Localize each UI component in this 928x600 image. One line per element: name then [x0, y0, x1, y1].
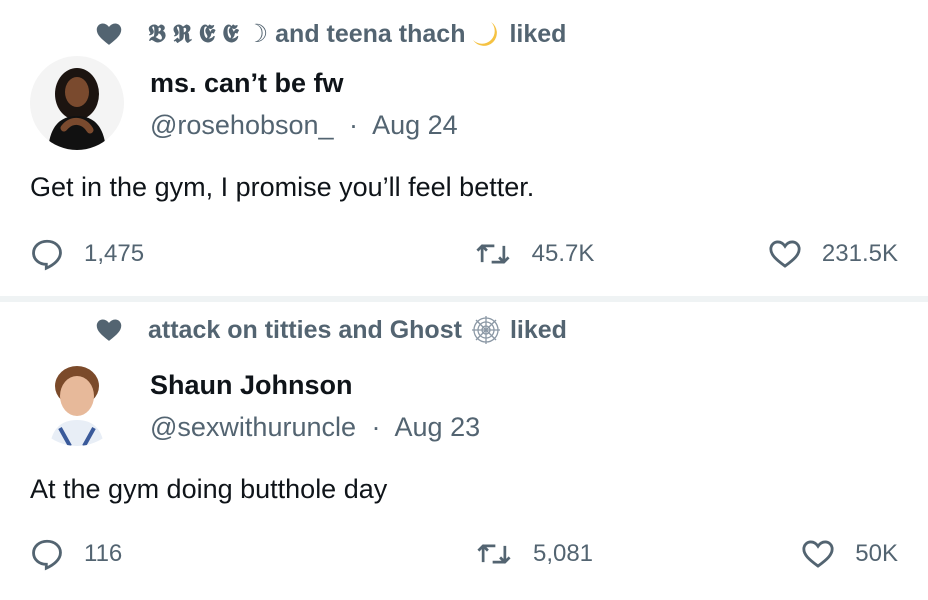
action-bar: 1,475 45.7K 231.5K	[30, 234, 898, 274]
handle-row: @rosehobson_ · Aug 24	[150, 110, 458, 141]
liked-by-text[interactable]: attack on titties and Ghost	[148, 316, 462, 345]
tweet[interactable]: attack on titties and Ghost liked Shaun …	[0, 302, 928, 598]
retweet-button[interactable]: 45.7K	[474, 237, 595, 271]
social-context: attack on titties and Ghost liked	[94, 312, 567, 348]
reply-button[interactable]: 1,475	[30, 237, 330, 271]
separator: ·	[349, 110, 359, 140]
like-button[interactable]: 231.5K	[738, 237, 898, 271]
like-count: 50K	[855, 540, 898, 567]
retweet-count: 45.7K	[531, 240, 595, 267]
liked-label: liked	[509, 19, 567, 48]
reply-count: 116	[84, 540, 123, 567]
like-icon	[802, 540, 834, 568]
avatar[interactable]	[30, 56, 124, 150]
reply-count: 1,475	[84, 240, 145, 267]
handle-row: @sexwithuruncle · Aug 23	[150, 412, 480, 443]
heart-icon	[96, 319, 122, 341]
author-name[interactable]: ms. can’t be fw	[150, 68, 344, 99]
retweet-icon	[477, 544, 511, 564]
retweet-icon	[476, 244, 510, 264]
like-count: 231.5K	[821, 240, 898, 267]
tweet[interactable]: 𝕭 𝕽 𝕰 𝕰 ☽ and teena thach liked ms. can’…	[0, 0, 928, 296]
moon-icon	[473, 22, 498, 46]
action-bar: 116 5,081 50K	[30, 534, 898, 574]
retweet-count: 5,081	[532, 540, 594, 567]
retweet-button[interactable]: 5,081	[475, 537, 593, 571]
reply-icon	[32, 239, 62, 271]
reply-button[interactable]: 116	[30, 537, 330, 571]
separator: ·	[371, 412, 381, 442]
like-button[interactable]: 50K	[738, 537, 898, 571]
reply-icon	[32, 539, 62, 571]
author-name[interactable]: Shaun Johnson	[150, 370, 353, 401]
liked-by-text[interactable]: 𝕭 𝕽 𝕰 𝕰 ☽ and teena thach	[148, 19, 465, 49]
like-icon	[769, 240, 801, 268]
liked-label: liked	[509, 315, 567, 344]
tweet-date[interactable]: Aug 23	[395, 412, 481, 442]
tweet-text: At the gym doing butthole day	[30, 474, 388, 504]
author-handle[interactable]: @rosehobson_	[150, 110, 334, 140]
heart-icon	[96, 23, 122, 45]
tweet-text: Get in the gym, I promise you’ll feel be…	[30, 172, 535, 202]
author-handle[interactable]: @sexwithuruncle	[150, 412, 356, 442]
spiderweb-icon	[471, 316, 500, 344]
social-context: 𝕭 𝕽 𝕰 𝕰 ☽ and teena thach liked	[94, 16, 566, 52]
avatar[interactable]	[30, 352, 124, 446]
tweet-date[interactable]: Aug 24	[372, 110, 458, 140]
